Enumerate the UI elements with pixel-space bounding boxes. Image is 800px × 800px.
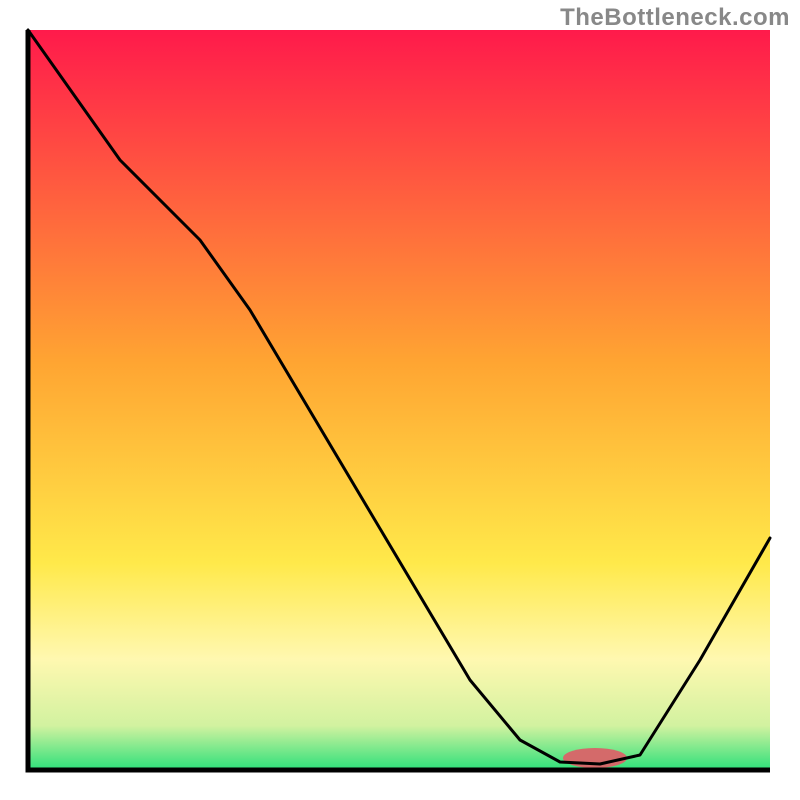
- plot-background: [28, 30, 770, 770]
- chart-svg: [0, 0, 800, 800]
- chart-canvas: TheBottleneck.com: [0, 0, 800, 800]
